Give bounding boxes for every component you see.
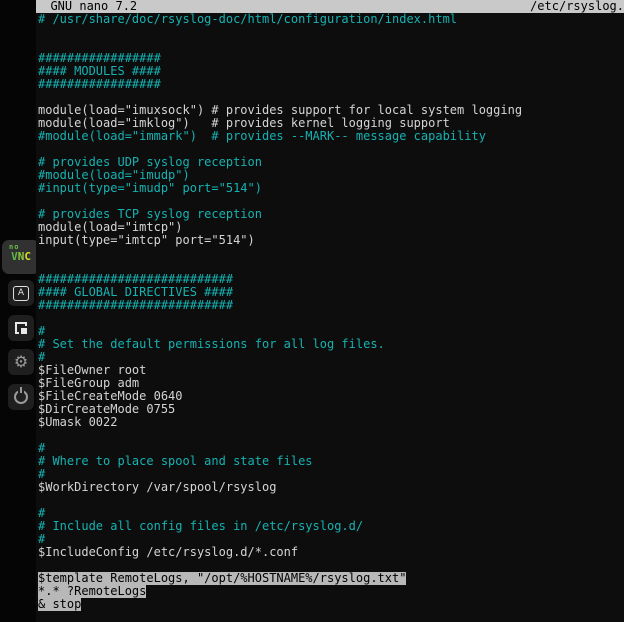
power-icon	[14, 390, 28, 404]
terminal-line	[38, 312, 624, 325]
terminal-line: $Umask 0022	[38, 416, 624, 429]
terminal-line: input(type="imtcp" port="514")	[38, 234, 624, 247]
terminal-line: $WorkDirectory /var/spool/rsyslog	[38, 481, 624, 494]
terminal-line: # /usr/share/doc/rsyslog-doc/html/config…	[38, 13, 624, 26]
terminal-line	[38, 429, 624, 442]
line-text: $Umask 0022	[38, 416, 117, 429]
line-text: $WorkDirectory /var/spool/rsyslog	[38, 481, 276, 494]
terminal-line: # Set the default permissions for all lo…	[38, 338, 624, 351]
novnc-logo-letter: C	[24, 250, 31, 263]
terminal-line: & stop	[38, 598, 624, 611]
line-text: #module(load="immark") # provides --MARK…	[38, 130, 486, 143]
terminal-body[interactable]: # /usr/share/doc/rsyslog-doc/html/config…	[36, 13, 624, 611]
terminal-line	[38, 26, 624, 39]
terminal-line	[38, 247, 624, 260]
selected-text: & stop	[38, 598, 81, 611]
novnc-logo-letter: V	[11, 250, 18, 263]
extra-keys-button[interactable]: A	[8, 280, 34, 306]
terminal-line: # Include all config files in /etc/rsysl…	[38, 520, 624, 533]
novnc-logo-text: VNC	[2, 251, 40, 263]
line-text: # Where to place spool and state files	[38, 455, 313, 468]
line-text: # /usr/share/doc/rsyslog-doc/html/config…	[38, 13, 457, 26]
fullscreen-icon	[15, 322, 27, 334]
line-text: #################	[38, 78, 161, 91]
terminal-line: $IncludeConfig /etc/rsyslog.d/*.conf	[38, 546, 624, 559]
terminal-line: #input(type="imudp" port="514")	[38, 182, 624, 195]
line-text: input(type="imtcp" port="514")	[38, 234, 255, 247]
terminal-line: $DirCreateMode 0755	[38, 403, 624, 416]
novnc-logo: no VNC	[2, 240, 40, 274]
terminal-line: #module(load="immark") # provides --MARK…	[38, 130, 624, 143]
nano-terminal[interactable]: GNU nano 7.2 /etc/rsyslog. # /usr/share/…	[36, 0, 624, 622]
terminal-line: ###########################	[38, 299, 624, 312]
line-text: # Include all config files in /etc/rsysl…	[38, 520, 363, 533]
terminal-line: # Where to place spool and state files	[38, 455, 624, 468]
line-text: ###########################	[38, 299, 233, 312]
line-text: # Set the default permissions for all lo…	[38, 338, 385, 351]
terminal-line	[38, 494, 624, 507]
a-key-icon: A	[13, 286, 29, 301]
terminal-line: *.* ?RemoteLogs	[38, 585, 624, 598]
settings-button[interactable]: ⚙	[8, 349, 34, 375]
gear-icon: ⚙	[14, 354, 28, 370]
nano-filename-label: /etc/rsyslog.	[530, 0, 624, 13]
terminal-line: #################	[38, 78, 624, 91]
line-text: #input(type="imudp" port="514")	[38, 182, 262, 195]
fullscreen-button[interactable]	[8, 315, 34, 341]
vnc-sidebar: no VNC ◄ A ⚙	[0, 0, 36, 622]
power-button[interactable]	[8, 384, 34, 410]
line-text: $IncludeConfig /etc/rsyslog.d/*.conf	[38, 546, 298, 559]
